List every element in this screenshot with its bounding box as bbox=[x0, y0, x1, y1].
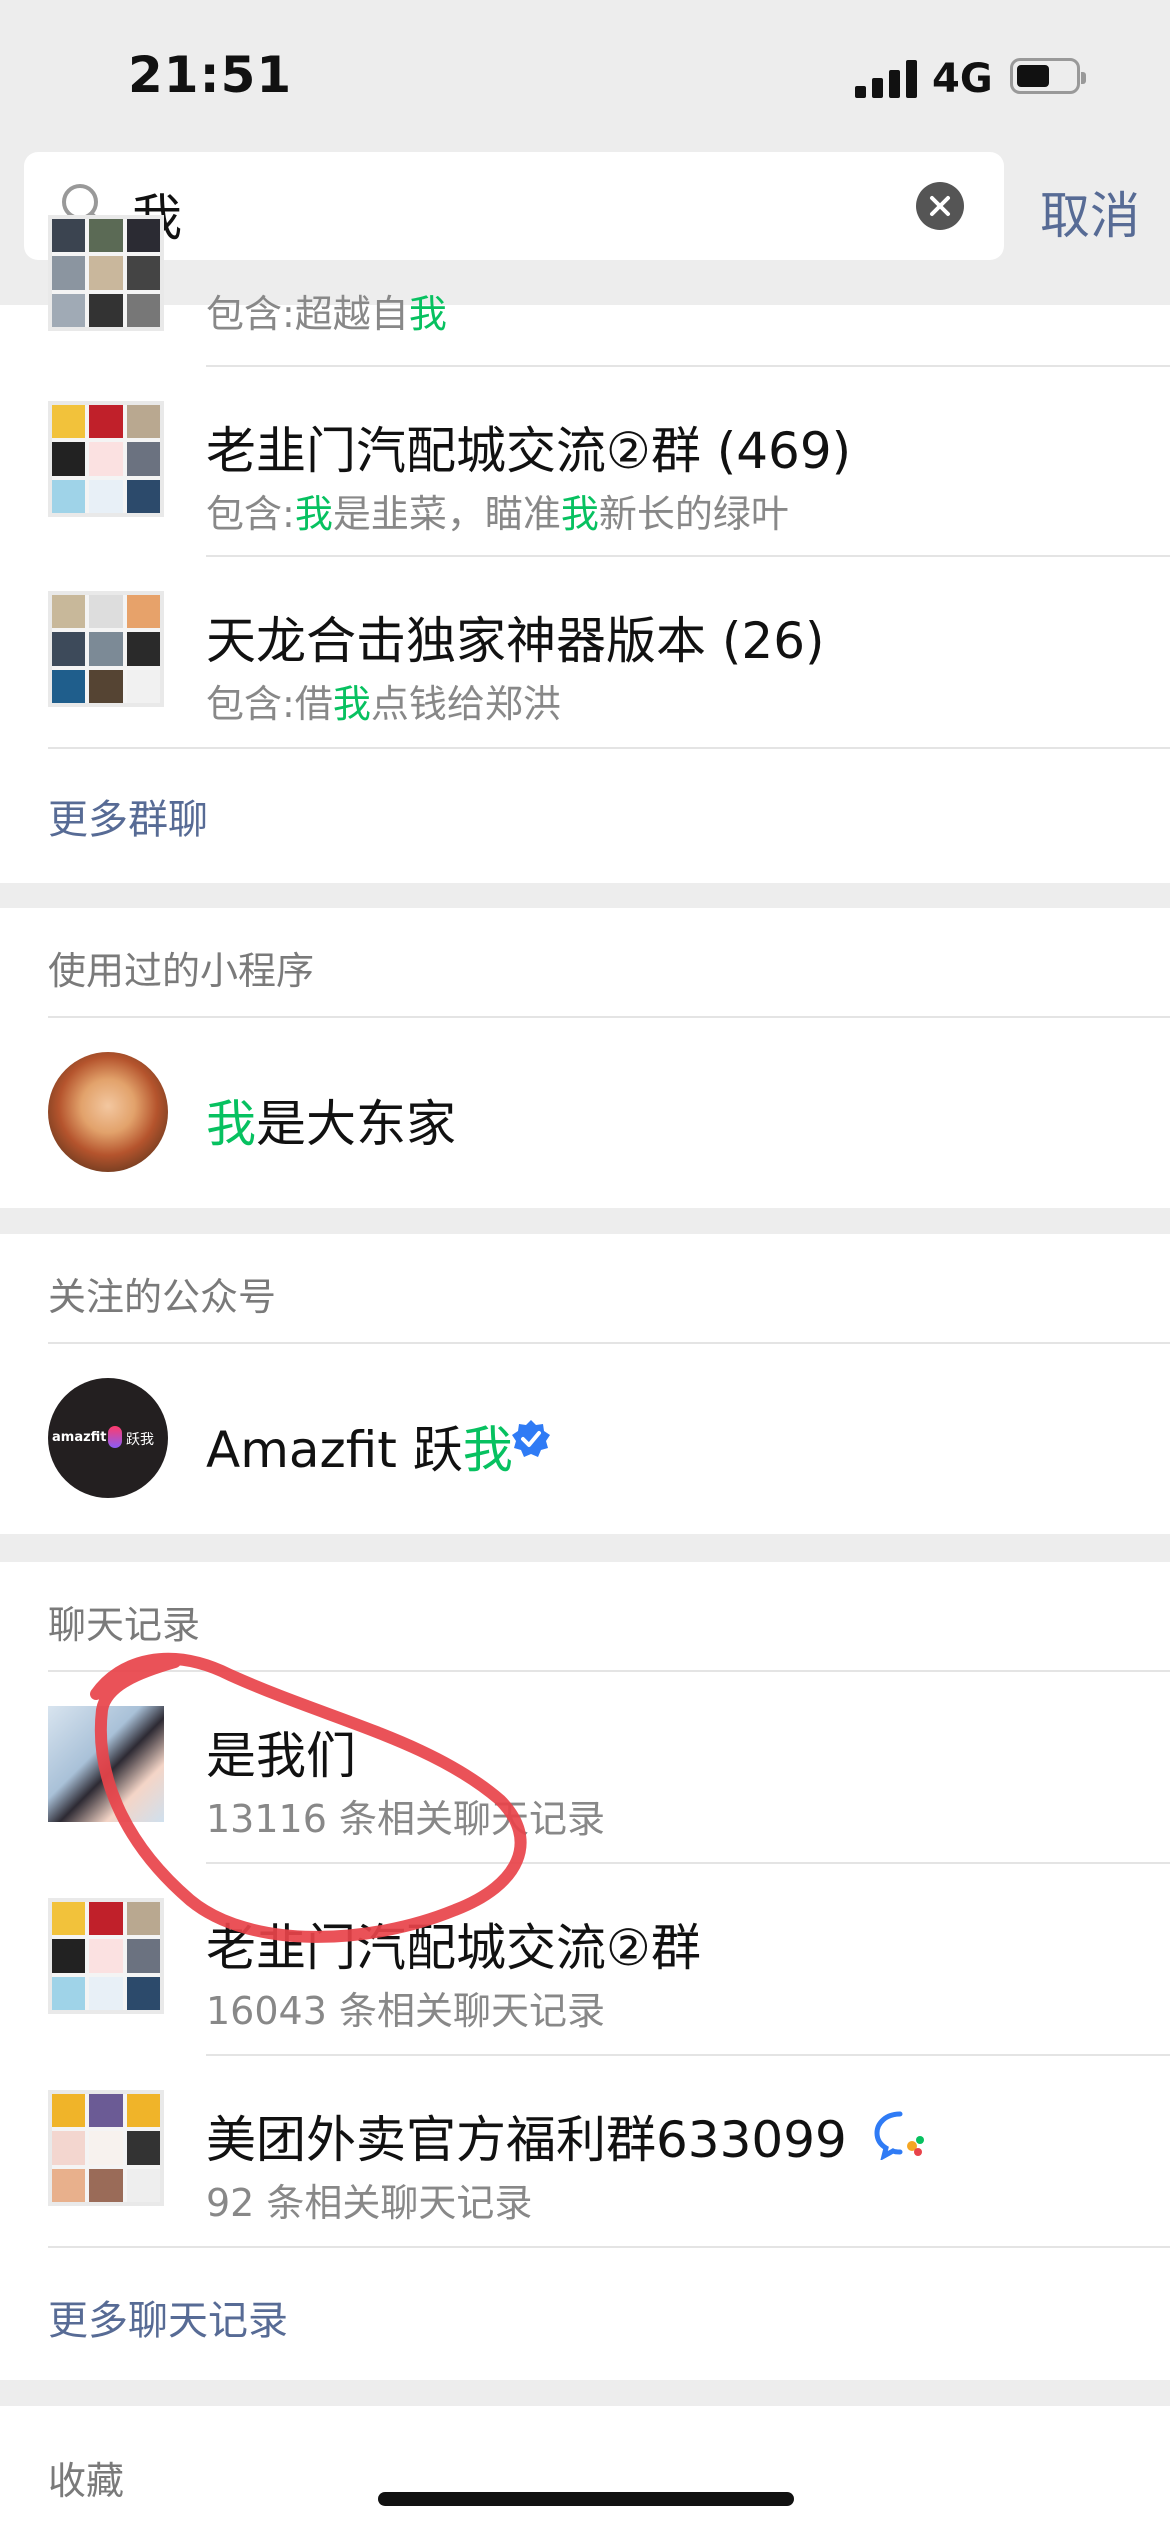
chat-history-section: 聊天记录 是我们 13116 条相关聊天记录 老韭门汽配城交流②群 16043 … bbox=[0, 1562, 1170, 2380]
group-name: 天龙合击独家神器版本 (26) bbox=[206, 612, 825, 670]
close-icon bbox=[930, 196, 950, 216]
official-account-item[interactable]: amazfit 跃我 Amazfit 跃我 bbox=[0, 1344, 1170, 1534]
mini-program-icon bbox=[48, 1052, 168, 1172]
clear-search-button[interactable] bbox=[916, 182, 964, 230]
chat-history-item[interactable]: 老韭门汽配城交流②群 16043 条相关聊天记录 bbox=[0, 1864, 1170, 2054]
group-avatar bbox=[48, 591, 164, 707]
chat-name: 美团外卖官方福利群633099 bbox=[206, 2111, 847, 2169]
enterprise-wechat-icon bbox=[874, 2111, 924, 2160]
group-chat-item[interactable]: 天龙合击独家神器版本 (26) 包含:借我点钱给郑洪 bbox=[0, 557, 1170, 747]
section-header: 使用过的小程序 bbox=[48, 949, 315, 993]
section-header: 收藏 bbox=[48, 2459, 125, 2503]
group-avatar bbox=[48, 401, 164, 517]
group-match-snippet: 包含:我是韭菜，瞄准我新长的绿叶 bbox=[206, 492, 789, 536]
amazfit-logo: amazfit 跃我 bbox=[48, 1378, 168, 1498]
official-account-name: Amazfit 跃我 bbox=[206, 1421, 513, 1479]
cancel-button[interactable]: 取消 bbox=[1040, 176, 1140, 248]
group-avatar bbox=[48, 2090, 164, 2206]
group-name: 老韭门汽配城交流②群 (469) bbox=[206, 422, 852, 480]
contact-avatar bbox=[48, 1706, 164, 1822]
group-match-snippet: 包含:超越自我 bbox=[206, 292, 447, 336]
group-chats-section: 包含:超越自我 老韭门汽配城交流②群 (469) 包含:我是韭菜，瞄准我新长的绿… bbox=[0, 215, 1170, 883]
section-header: 聊天记录 bbox=[48, 1603, 201, 1647]
home-indicator bbox=[378, 2492, 794, 2506]
cellular-signal-icon bbox=[855, 60, 917, 98]
network-type: 4G bbox=[932, 56, 993, 102]
chat-record-count: 92 条相关聊天记录 bbox=[206, 2181, 533, 2225]
verified-badge-icon bbox=[512, 1420, 550, 1457]
battery-icon bbox=[1010, 58, 1086, 94]
chat-history-item[interactable]: 美团外卖官方福利群633099 92 条相关聊天记录 bbox=[0, 2056, 1170, 2246]
group-chat-item[interactable]: 老韭门汽配城交流②群 (469) 包含:我是韭菜，瞄准我新长的绿叶 bbox=[0, 367, 1170, 557]
mini-program-item[interactable]: 我是大东家 bbox=[0, 1018, 1170, 1208]
more-chat-history-link[interactable]: 更多聊天记录 bbox=[48, 2288, 288, 2346]
section-header: 关注的公众号 bbox=[48, 1275, 277, 1319]
chat-history-item[interactable]: 是我们 13116 条相关聊天记录 bbox=[0, 1672, 1170, 1862]
group-avatar bbox=[48, 1898, 164, 2014]
chat-record-count: 16043 条相关聊天记录 bbox=[206, 1989, 605, 2033]
group-match-snippet: 包含:借我点钱给郑洪 bbox=[206, 682, 561, 726]
chat-record-count: 13116 条相关聊天记录 bbox=[206, 1797, 605, 1841]
status-time: 21:51 bbox=[128, 46, 293, 104]
group-avatar bbox=[48, 215, 164, 331]
mini-program-name: 我是大东家 bbox=[206, 1095, 456, 1153]
favorites-section: 收藏 bbox=[0, 2406, 1170, 2532]
chat-name: 老韭门汽配城交流②群 bbox=[206, 1919, 701, 1977]
chat-name: 是我们 bbox=[206, 1727, 356, 1785]
official-accounts-section: 关注的公众号 amazfit 跃我 Amazfit 跃我 bbox=[0, 1234, 1170, 1534]
more-group-chats-link[interactable]: 更多群聊 bbox=[48, 787, 208, 845]
mini-programs-section: 使用过的小程序 我是大东家 bbox=[0, 908, 1170, 1208]
